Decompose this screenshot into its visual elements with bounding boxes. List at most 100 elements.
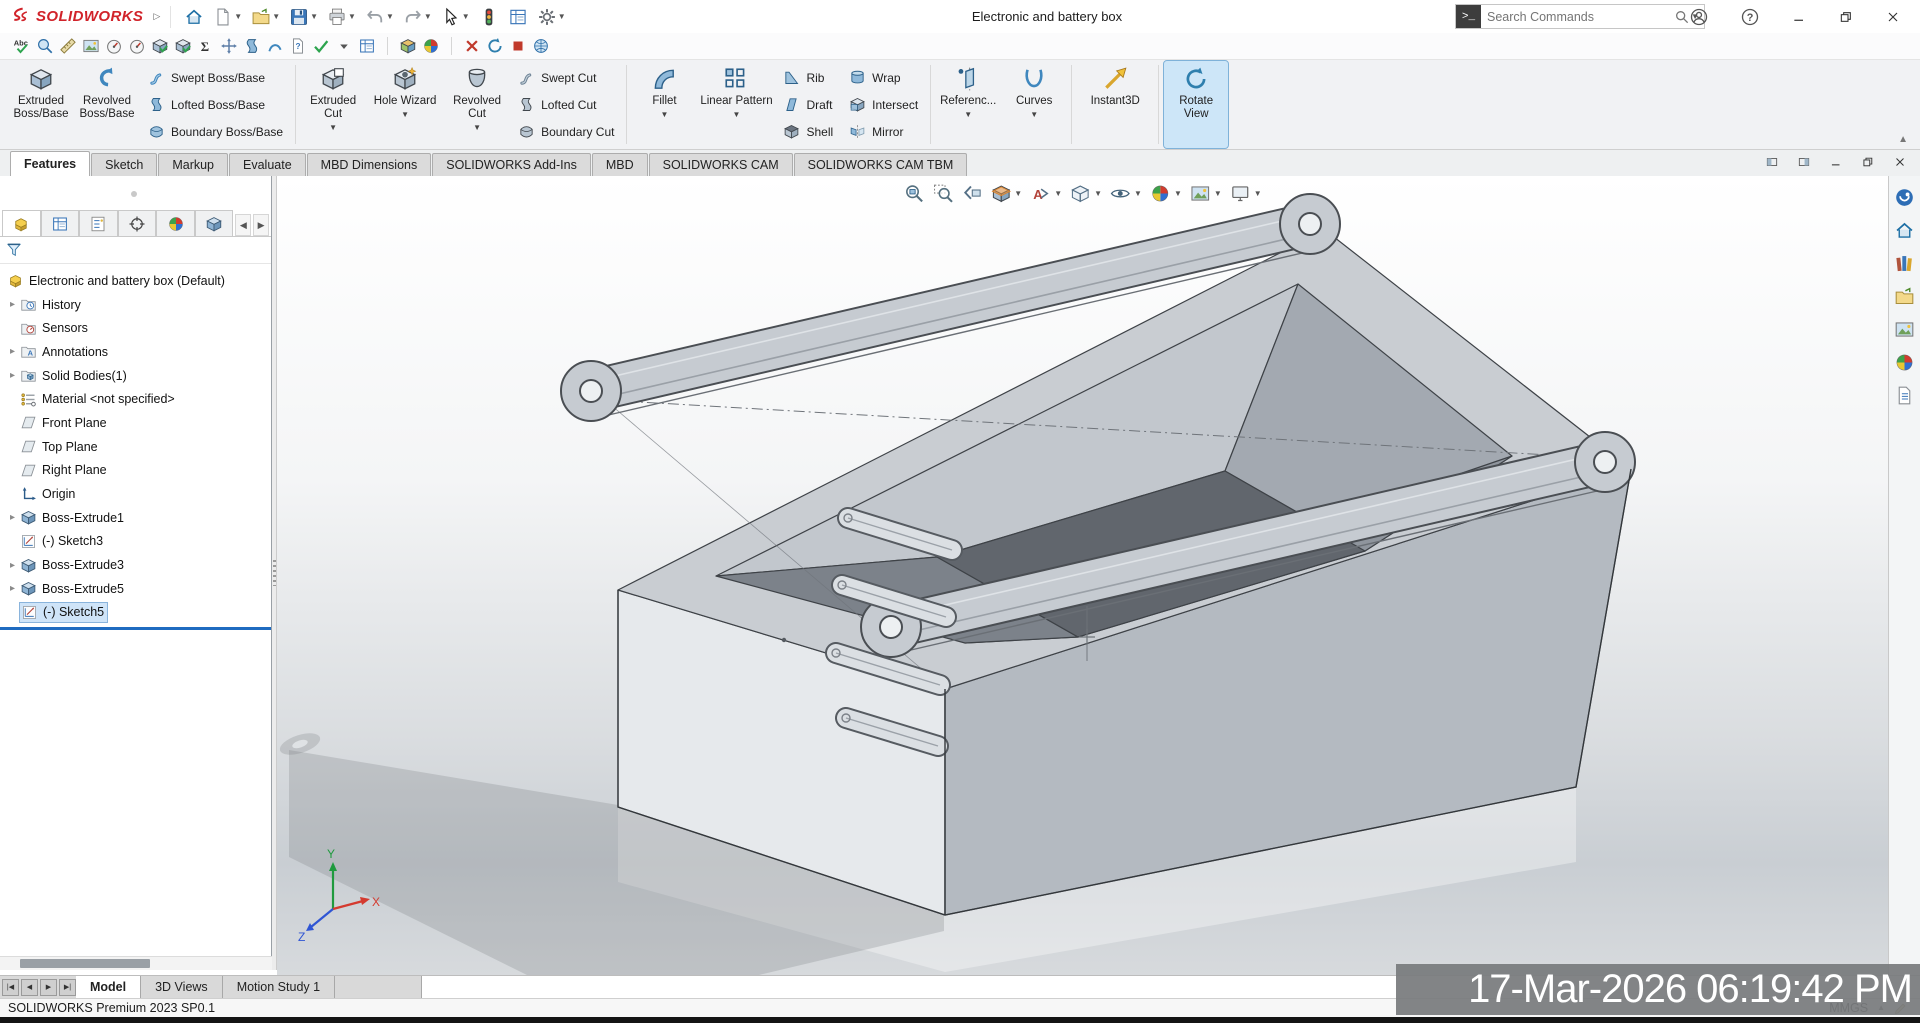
refresh-preview-button[interactable]: [485, 36, 505, 56]
splitter-grip[interactable]: [273, 560, 276, 586]
search-commands-box[interactable]: >_ ▼: [1455, 4, 1705, 29]
selection-check-button[interactable]: [311, 36, 331, 56]
geometry-analysis-button[interactable]: [173, 36, 193, 56]
lofted-cut-button[interactable]: Lofted Cut: [515, 93, 617, 116]
displaymanager-tab[interactable]: [156, 210, 195, 236]
dynamic-annotation-views-button[interactable]: A▼: [1030, 183, 1062, 204]
shell-button[interactable]: Shell: [780, 120, 836, 143]
close-window-button[interactable]: [1882, 7, 1904, 27]
dropdown-caret-icon[interactable]: ▼: [1174, 190, 1182, 198]
freeform-button[interactable]: [242, 36, 262, 56]
panel-tabs-scroll-left[interactable]: ◀: [235, 214, 251, 236]
tree-item-front-plane[interactable]: Front Plane: [0, 411, 271, 435]
dropdown-caret-icon[interactable]: ▼: [558, 13, 566, 21]
import-diagnostics-button[interactable]: ?: [288, 36, 308, 56]
measure-button[interactable]: [58, 36, 78, 56]
swept-cut-button[interactable]: Swept Cut: [515, 66, 617, 89]
display-style-button[interactable]: ▼: [1070, 183, 1102, 204]
minimize-window-button[interactable]: [1788, 7, 1810, 27]
tree-item-boss-extrude5[interactable]: ▸Boss-Extrude5: [0, 577, 271, 601]
select-button[interactable]: ▼: [438, 5, 473, 29]
tree-item-----sketch3[interactable]: (-) Sketch3: [0, 530, 271, 554]
rollback-bar[interactable]: [0, 627, 271, 630]
expand-arrow-icon[interactable]: ▸: [5, 512, 20, 523]
apply-scene-button[interactable]: ▼: [1190, 183, 1222, 204]
dropdown-caret-icon[interactable]: ▼: [733, 110, 741, 119]
tab-nav-button-0[interactable]: |◀: [2, 979, 19, 996]
dropdown-caret-icon[interactable]: ▼: [401, 110, 409, 119]
extruded-bossbase-button[interactable]: Extruded Boss/Base: [9, 61, 73, 148]
pane-previous-button[interactable]: [1762, 153, 1782, 171]
tree-item-----sketch5[interactable]: (-) Sketch5: [0, 601, 271, 625]
linearpattern-button[interactable]: Linear Pattern▼: [698, 61, 774, 148]
intersect-button[interactable]: Intersect: [846, 93, 921, 116]
dropdown-caret-icon[interactable]: ▼: [473, 123, 481, 132]
design-table-button[interactable]: [357, 36, 377, 56]
doc-tab-model[interactable]: Model: [76, 976, 141, 999]
close-markup-button[interactable]: [462, 36, 482, 56]
revolved-bossbase-button[interactable]: Revolved Boss/Base: [75, 61, 139, 148]
dropdown-caret-icon[interactable]: ▼: [661, 110, 669, 119]
instant3d-button[interactable]: Instant3D: [1077, 61, 1153, 148]
record-stop-button[interactable]: [508, 36, 528, 56]
tree-item-material--not-specified-[interactable]: Material <not specified>: [0, 387, 271, 411]
panel-splitter[interactable]: [272, 176, 277, 970]
solidworks-resources-button[interactable]: [1891, 218, 1918, 243]
render-tools-button[interactable]: [421, 36, 441, 56]
dropdown-caret-icon[interactable]: ▼: [234, 13, 242, 21]
brand-flyout-arrow[interactable]: ▷: [153, 11, 160, 22]
ribbon-collapse-chevron-icon[interactable]: ▲: [1898, 134, 1908, 145]
custom-properties-button[interactable]: [1891, 383, 1918, 408]
equations-button[interactable]: Σ: [196, 36, 216, 56]
tree-item-right-plane[interactable]: Right Plane: [0, 459, 271, 483]
lofted-boss-base-button[interactable]: Lofted Boss/Base: [145, 93, 286, 116]
search-tool-button[interactable]: [35, 36, 55, 56]
mirror-button[interactable]: Mirror: [846, 120, 921, 143]
tab-evaluate[interactable]: Evaluate: [229, 153, 306, 176]
account-button[interactable]: [1686, 5, 1712, 29]
save-button[interactable]: ▼: [286, 5, 321, 29]
doc-close-button[interactable]: [1890, 153, 1910, 171]
zoom-to-fit-button[interactable]: [903, 183, 924, 204]
dropdown-caret-icon[interactable]: ▼: [462, 13, 470, 21]
filter-funnel-icon[interactable]: [5, 241, 23, 259]
edit-appearance-button[interactable]: ▼: [1150, 183, 1182, 204]
propertymanager-tab[interactable]: [41, 210, 80, 236]
tree-item-origin[interactable]: Origin: [0, 482, 271, 506]
tree-item-boss-extrude1[interactable]: ▸Boss-Extrude1: [0, 506, 271, 530]
extra-pane-tab[interactable]: [195, 210, 234, 236]
hide-show-items-button[interactable]: ▼: [1110, 183, 1142, 204]
section-view-button[interactable]: ▼: [990, 183, 1022, 204]
tab-features[interactable]: Features: [10, 151, 90, 176]
rotate-view-button[interactable]: Rotate View: [1164, 61, 1228, 148]
expand-arrow-icon[interactable]: ▸: [5, 346, 20, 357]
tab-markup[interactable]: Markup: [158, 153, 228, 176]
undo-button[interactable]: ▼: [362, 5, 397, 29]
revolved-cut-button[interactable]: Revolved Cut▼: [445, 61, 509, 148]
file-properties-button[interactable]: [505, 5, 531, 29]
dropdown-caret-icon[interactable]: ▼: [1254, 190, 1262, 198]
dropdown-caret-icon[interactable]: ▼: [329, 123, 337, 132]
tree-item-solid-bodies-1-[interactable]: ▸Solid Bodies(1): [0, 364, 271, 388]
tree-item-history[interactable]: ▸History: [0, 293, 271, 317]
file-explorer-button[interactable]: [1891, 284, 1918, 309]
sensor-button[interactable]: [127, 36, 147, 56]
tab-sketch[interactable]: Sketch: [91, 153, 157, 176]
dropdown-caret-icon[interactable]: ▼: [1014, 190, 1022, 198]
performance-evaluation-button[interactable]: [104, 36, 124, 56]
holewizard-button[interactable]: Hole Wizard▼: [367, 61, 443, 148]
dropdown-caret-icon[interactable]: ▼: [1134, 190, 1142, 198]
dropdown-caret-icon[interactable]: ▼: [386, 13, 394, 21]
dropdown-caret-icon[interactable]: ▼: [272, 13, 280, 21]
previous-view-button[interactable]: [961, 183, 982, 204]
pane-next-button[interactable]: [1794, 153, 1814, 171]
print-button[interactable]: ▼: [324, 5, 359, 29]
tree-item-sensors[interactable]: Sensors: [0, 316, 271, 340]
move-copy-bodies-button[interactable]: [219, 36, 239, 56]
dropdown-caret-icon[interactable]: ▼: [964, 110, 972, 119]
flex-button[interactable]: [265, 36, 285, 56]
graphics-viewport[interactable]: ▼ A▼ ▼ ▼ ▼ ▼ ▼: [277, 176, 1888, 975]
tab-nav-button-3[interactable]: ▶|: [59, 979, 76, 996]
dropdown-caret-icon[interactable]: ▼: [310, 13, 318, 21]
wrap-button[interactable]: Wrap: [846, 66, 921, 89]
